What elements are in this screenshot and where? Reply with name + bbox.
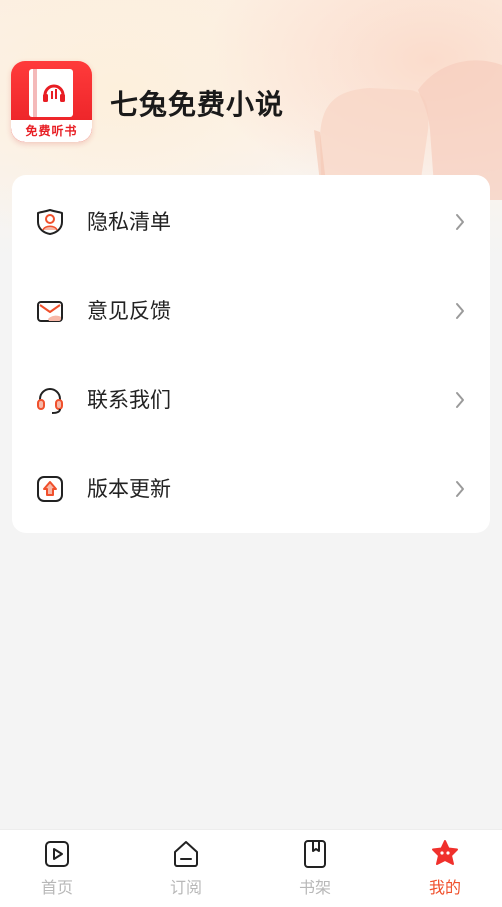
tab-label: 订阅 [169, 878, 202, 897]
app-logo: 免费听书 [11, 61, 92, 142]
chevron-right-icon [456, 392, 464, 408]
settings-menu-card: 隐私清单 意见反馈 联系我们 版本更新 [12, 175, 490, 533]
logo-text: 免费听书 [25, 124, 78, 138]
headset-icon [37, 387, 63, 414]
chevron-right-icon [456, 303, 464, 319]
subscribe-icon [174, 841, 198, 867]
menu-item-label: 版本更新 [87, 477, 171, 501]
app-name: 七兔免费小说 [110, 88, 285, 121]
bottom-tab-bar: 首页 订阅 书架 我的 [0, 829, 502, 907]
tab-bookshelf[interactable]: 书架 [265, 830, 365, 907]
bookshelf-icon [304, 840, 326, 868]
home-play-icon [45, 841, 69, 867]
menu-item-feedback[interactable]: 意见反馈 [12, 266, 490, 355]
tab-label: 首页 [40, 878, 73, 897]
menu-item-label: 隐私清单 [87, 210, 171, 234]
privacy-icon [37, 209, 63, 235]
chevron-right-icon [456, 214, 464, 230]
menu-item-label: 联系我们 [87, 388, 171, 412]
tab-home[interactable]: 首页 [7, 830, 107, 907]
chevron-right-icon [456, 481, 464, 497]
menu-item-privacy-list[interactable]: 隐私清单 [12, 177, 490, 266]
tab-profile[interactable]: 我的 [395, 830, 495, 907]
update-icon [37, 476, 63, 502]
menu-item-label: 意见反馈 [87, 299, 171, 323]
menu-item-version-update[interactable]: 版本更新 [12, 444, 490, 533]
mail-icon [37, 301, 63, 322]
menu-item-contact-us[interactable]: 联系我们 [12, 355, 490, 444]
profile-star-icon [432, 840, 458, 865]
tab-label: 书架 [298, 878, 331, 897]
tab-label: 我的 [428, 878, 461, 897]
tab-subscribe[interactable]: 订阅 [136, 830, 236, 907]
